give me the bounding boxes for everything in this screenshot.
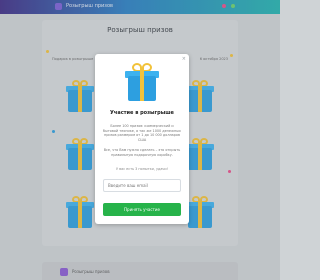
modal-description: Более 100 призов: коммерческий и бытовой… [103, 124, 181, 142]
modal-instructions: Все, что Вам нужно сделать – это открыть… [103, 148, 181, 157]
close-icon[interactable]: × [182, 56, 186, 62]
modal-attempts: У вас есть 3 попытки, удачи! [116, 167, 168, 171]
participation-modal: × Участие в розыгрыше Более 100 призов: … [95, 54, 189, 224]
modal-title: Участие в розыгрыше [110, 110, 174, 116]
gift-box-icon [125, 62, 159, 102]
email-field[interactable] [103, 179, 181, 192]
participate-button[interactable]: Принять участие [103, 203, 181, 216]
